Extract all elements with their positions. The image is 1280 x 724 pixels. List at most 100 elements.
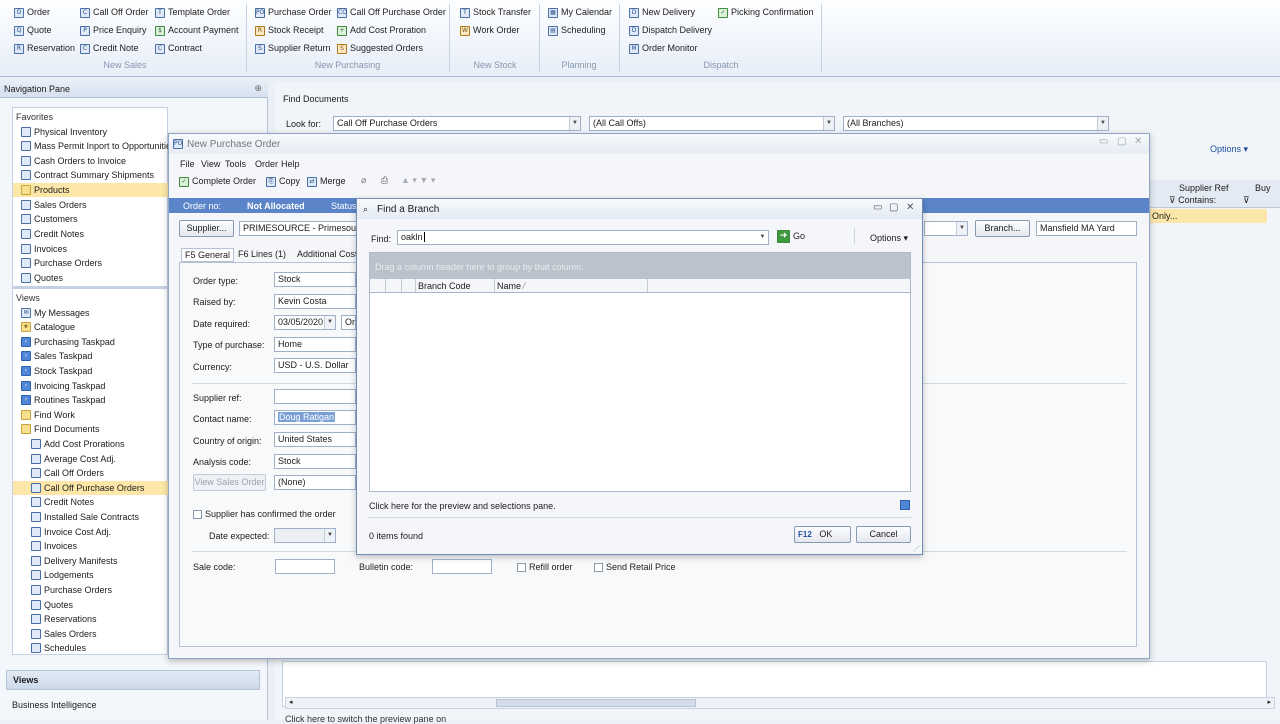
look-for-select[interactable]: Call Off Purchase Orders ▼ <box>333 116 581 131</box>
fd-invoice-cost-adj[interactable]: Invoice Cost Adj. <box>31 525 111 539</box>
tab-additional-costs[interactable]: Additional Costs <box>297 249 362 259</box>
refill-order-checkbox[interactable]: Refill order <box>517 562 573 573</box>
fd-average-cost-adj[interactable]: Average Cost Adj. <box>31 452 116 466</box>
supplier-confirmed-checkbox[interactable]: Supplier has confirmed the order <box>193 509 336 520</box>
fav-customers[interactable]: Customers <box>21 212 78 226</box>
fd-delivery-manifests[interactable]: Delivery Manifests <box>31 554 118 568</box>
raised-by-field[interactable]: Kevin Costa <box>274 294 356 309</box>
col-supplier-ref[interactable]: Supplier Ref <box>1179 183 1229 193</box>
calendar-dropdown-icon[interactable]: ▼ <box>324 316 335 329</box>
view-catalogue[interactable]: ★ Catalogue <box>21 320 75 334</box>
new-reservation-button[interactable]: R Reservation <box>14 43 75 54</box>
menu-tools[interactable]: Tools <box>225 159 246 169</box>
fd-call-off-purchase-orders[interactable]: Call Off Purchase Orders <box>13 481 168 495</box>
picking-confirmation-button[interactable]: ✓ Picking Confirmation <box>718 7 814 18</box>
fav-cash-orders[interactable]: Cash Orders to Invoice <box>21 154 126 168</box>
country-field[interactable]: United States <box>274 432 356 447</box>
sale-code-field[interactable] <box>275 559 335 574</box>
col-buy[interactable]: Buy <box>1255 183 1271 193</box>
minimize-icon[interactable]: ▭ <box>1099 136 1108 147</box>
fd-lodgements[interactable]: Lodgements <box>31 568 94 582</box>
tab-lines[interactable]: F6 Lines (1) <box>238 249 286 259</box>
cancel-button[interactable]: Cancel <box>856 526 911 543</box>
branch-search-input[interactable]: oakln ▼ <box>397 230 769 245</box>
preview-pane-toggle[interactable]: Click here to switch the preview pane on <box>285 714 446 724</box>
navigate-up-icon[interactable]: ▲ ▾ ▼ ▾ <box>401 175 435 186</box>
copy-button[interactable]: ⎘ Copy <box>266 176 300 187</box>
fd-sales-orders[interactable]: Sales Orders <box>31 627 97 641</box>
dispatch-delivery-button[interactable]: D Dispatch Delivery <box>629 25 712 36</box>
fav-purchase-orders[interactable]: Purchase Orders <box>21 256 102 270</box>
minimize-icon[interactable]: ▭ <box>873 202 882 213</box>
order-monitor-button[interactable]: M Order Monitor <box>629 43 698 54</box>
scheduling-button[interactable]: ▤ Scheduling <box>548 25 606 36</box>
menu-order[interactable]: Order <box>255 159 278 169</box>
ok-button[interactable]: F12 OK <box>794 526 851 543</box>
results-row-filter[interactable]: Only... <box>1147 209 1267 223</box>
attach-icon[interactable]: ⌀ <box>361 175 366 186</box>
fav-quotes[interactable]: Quotes <box>21 271 63 285</box>
new-delivery-button[interactable]: D New Delivery <box>629 7 695 18</box>
price-enquiry-button[interactable]: P Price Enquiry <box>80 25 147 36</box>
fd-purchase-orders[interactable]: Purchase Orders <box>31 583 112 597</box>
scroll-right-icon[interactable]: ▸ <box>1267 698 1271 706</box>
new-credit-note-button[interactable]: C Credit Note <box>80 43 139 54</box>
nav-views-button[interactable]: Views <box>6 670 260 690</box>
fav-physical-inventory[interactable]: Physical Inventory <box>21 125 107 139</box>
call-off-filter-select[interactable]: (All Call Offs) ▼ <box>589 116 835 131</box>
send-retail-price-checkbox[interactable]: Send Retail Price <box>594 562 676 573</box>
add-cost-proration-button[interactable]: + Add Cost Proration <box>337 25 426 36</box>
work-order-button[interactable]: W Work Order <box>460 25 519 36</box>
suggested-orders-button[interactable]: S Suggested Orders <box>337 43 423 54</box>
fd-reservations[interactable]: Reservations <box>31 612 97 626</box>
stock-receipt-button[interactable]: R Stock Receipt <box>255 25 324 36</box>
complete-order-button[interactable]: ✓ Complete Order <box>179 176 256 187</box>
template-order-button[interactable]: T Template Order <box>155 7 230 18</box>
date-required-qualifier[interactable]: On <box>341 315 356 330</box>
fd-installed-sale-contracts[interactable]: Installed Sale Contracts <box>31 510 139 524</box>
fd-quotes[interactable]: Quotes <box>31 598 73 612</box>
fd-credit-notes[interactable]: Credit Notes <box>31 495 94 509</box>
branch-field[interactable]: Mansfield MA Yard <box>1036 221 1137 236</box>
nav-business-intelligence[interactable]: Business Intelligence <box>12 700 97 710</box>
branch-button[interactable]: Branch... <box>975 220 1030 237</box>
view-find-work[interactable]: Find Work <box>21 408 75 422</box>
stock-transfer-button[interactable]: T Stock Transfer <box>460 7 531 18</box>
resize-grip-icon[interactable]: ⋰ <box>913 545 920 553</box>
account-payment-button[interactable]: $ Account Payment <box>155 25 239 36</box>
view-find-documents[interactable]: Find Documents <box>21 422 100 436</box>
fav-invoices[interactable]: Invoices <box>21 242 67 256</box>
new-purchase-order-button[interactable]: PO Purchase Order <box>255 7 332 18</box>
view-purchasing-taskpad[interactable]: › Purchasing Taskpad <box>21 335 115 349</box>
supplier-ref-field[interactable] <box>274 389 356 404</box>
view-my-messages[interactable]: ✉ My Messages <box>21 306 90 320</box>
view-sales-order-button[interactable]: View Sales Order <box>193 474 266 491</box>
menu-file[interactable]: File <box>180 159 195 169</box>
type-of-purchase-field[interactable]: Home <box>274 337 356 352</box>
fd-add-cost-prorations[interactable]: Add Cost Prorations <box>31 437 125 451</box>
menu-help[interactable]: Help <box>281 159 300 169</box>
grid-header-indicator[interactable] <box>386 279 402 292</box>
fav-mass-permit[interactable]: Mass Permit Inport to Opportunities <box>21 139 176 153</box>
analysis-code-field[interactable]: Stock <box>274 454 356 469</box>
branch-options-menu[interactable]: Options ▾ <box>870 233 908 244</box>
fav-products[interactable]: Products <box>13 183 168 197</box>
branch-select[interactable]: ▼ <box>924 221 968 236</box>
supplier-field[interactable]: PRIMESOURCE - Primesource ( <box>239 221 357 236</box>
new-order-button[interactable]: O Order <box>14 7 50 18</box>
fav-credit-notes[interactable]: Credit Notes <box>21 227 84 241</box>
order-type-field[interactable]: Stock <box>274 272 356 287</box>
close-icon[interactable]: ✕ <box>906 202 914 213</box>
horizontal-scrollbar[interactable]: ◂ ▸ <box>285 697 1275 709</box>
grid-header-indicator[interactable] <box>402 279 416 292</box>
call-off-purchase-order-button[interactable]: CO Call Off Purchase Order <box>337 7 446 18</box>
scroll-left-icon[interactable]: ◂ <box>289 698 293 706</box>
view-routines-taskpad[interactable]: › Routines Taskpad <box>21 393 105 407</box>
menu-view[interactable]: View <box>201 159 220 169</box>
new-quote-button[interactable]: Q Quote <box>14 25 52 36</box>
merge-button[interactable]: ⇄ Merge <box>307 176 346 187</box>
fd-call-off-orders[interactable]: Call Off Orders <box>31 466 104 480</box>
date-expected-field[interactable]: ▼ <box>274 528 336 543</box>
preview-pane-icon[interactable] <box>900 500 910 510</box>
scrollbar-thumb[interactable] <box>496 699 696 707</box>
